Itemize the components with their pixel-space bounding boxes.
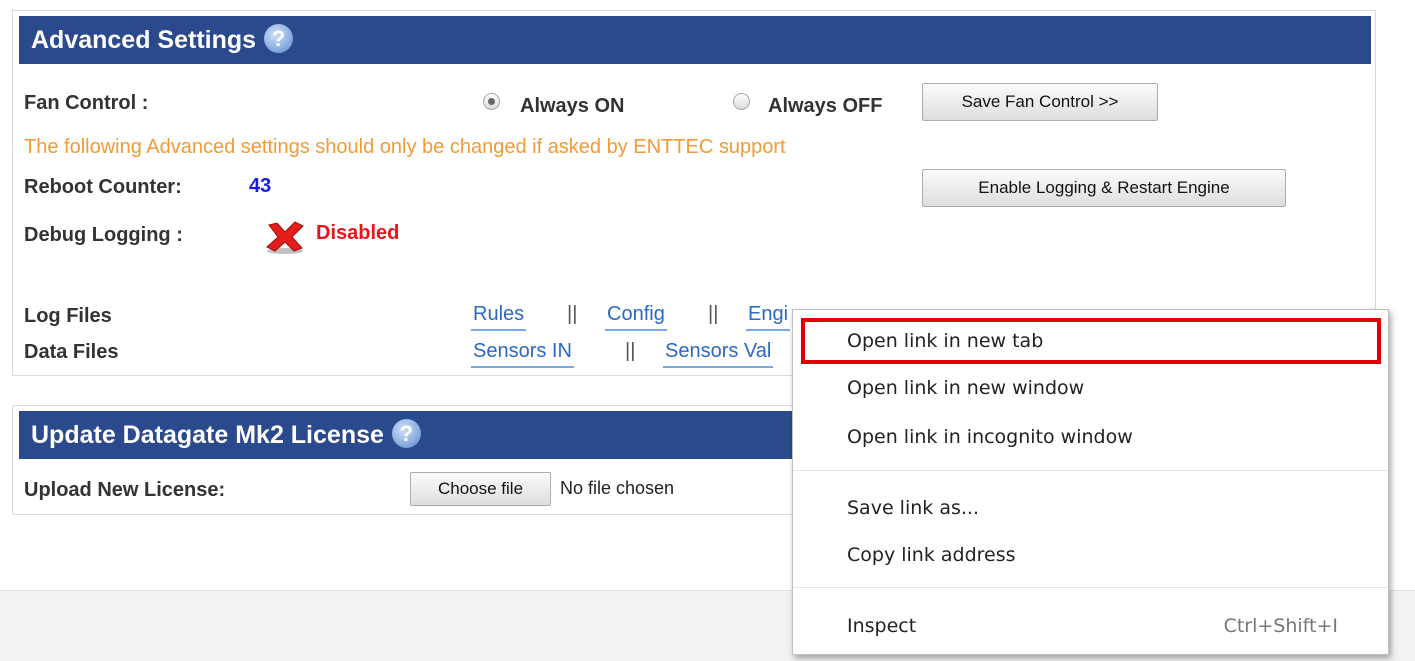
upload-license-label: Upload New License: xyxy=(24,479,226,501)
log-link-engine[interactable]: Engi xyxy=(746,303,791,331)
advanced-settings-header: Advanced Settings? xyxy=(19,16,1371,64)
question-circle-icon[interactable]: ? xyxy=(391,418,421,448)
menu-item-open-new-window[interactable]: Open link in new window xyxy=(793,365,1388,411)
log-files-label: Log Files xyxy=(24,305,112,327)
menu-item-save-link-as[interactable]: Save link as... xyxy=(793,485,1388,531)
choose-file-button[interactable]: Choose file xyxy=(410,472,551,506)
menu-item-copy-link-address[interactable]: Copy link address xyxy=(793,532,1388,578)
menu-separator xyxy=(793,587,1388,588)
link-separator: || xyxy=(625,340,636,362)
menu-item-open-new-tab[interactable]: Open link in new tab xyxy=(801,318,1381,364)
reboot-counter-label: Reboot Counter: xyxy=(24,176,182,198)
link-separator: || xyxy=(567,303,578,325)
always-off-label[interactable]: Always OFF xyxy=(768,95,882,118)
license-title: Update Datagate Mk2 License xyxy=(31,421,384,449)
menu-item-inspect[interactable]: Inspect Ctrl+Shift+I xyxy=(793,603,1388,649)
inspect-shortcut: Ctrl+Shift+I xyxy=(1223,615,1338,637)
log-link-config[interactable]: Config xyxy=(605,303,667,331)
red-x-icon xyxy=(266,221,304,254)
advanced-settings-title: Advanced Settings xyxy=(31,26,257,54)
save-fan-control-button[interactable]: Save Fan Control >> xyxy=(922,83,1158,121)
link-separator: || xyxy=(708,303,719,325)
debug-logging-label: Debug Logging : xyxy=(24,224,183,246)
data-files-label: Data Files xyxy=(24,341,119,363)
data-link-sensors-val[interactable]: Sensors Val xyxy=(663,340,774,368)
always-on-label[interactable]: Always ON xyxy=(520,95,624,118)
question-circle-icon[interactable]: ? xyxy=(264,23,294,53)
menu-separator xyxy=(793,470,1388,471)
always-off-radio[interactable] xyxy=(733,93,750,110)
log-link-rules[interactable]: Rules xyxy=(471,303,527,331)
data-link-sensors-in[interactable]: Sensors IN xyxy=(471,340,574,368)
menu-item-open-incognito[interactable]: Open link in incognito window xyxy=(793,414,1388,460)
always-on-radio[interactable] xyxy=(483,93,500,110)
reboot-counter-value: 43 xyxy=(249,175,272,197)
fan-control-label: Fan Control : xyxy=(24,92,149,114)
menu-item-inspect-label: Inspect xyxy=(847,615,917,637)
enable-logging-button[interactable]: Enable Logging & Restart Engine xyxy=(922,169,1286,207)
advanced-warning-text: The following Advanced settings should o… xyxy=(24,136,786,158)
no-file-chosen-text: No file chosen xyxy=(560,478,675,498)
debug-status-text: Disabled xyxy=(316,222,400,244)
context-menu: Open link in new tab Open link in new wi… xyxy=(792,309,1389,655)
